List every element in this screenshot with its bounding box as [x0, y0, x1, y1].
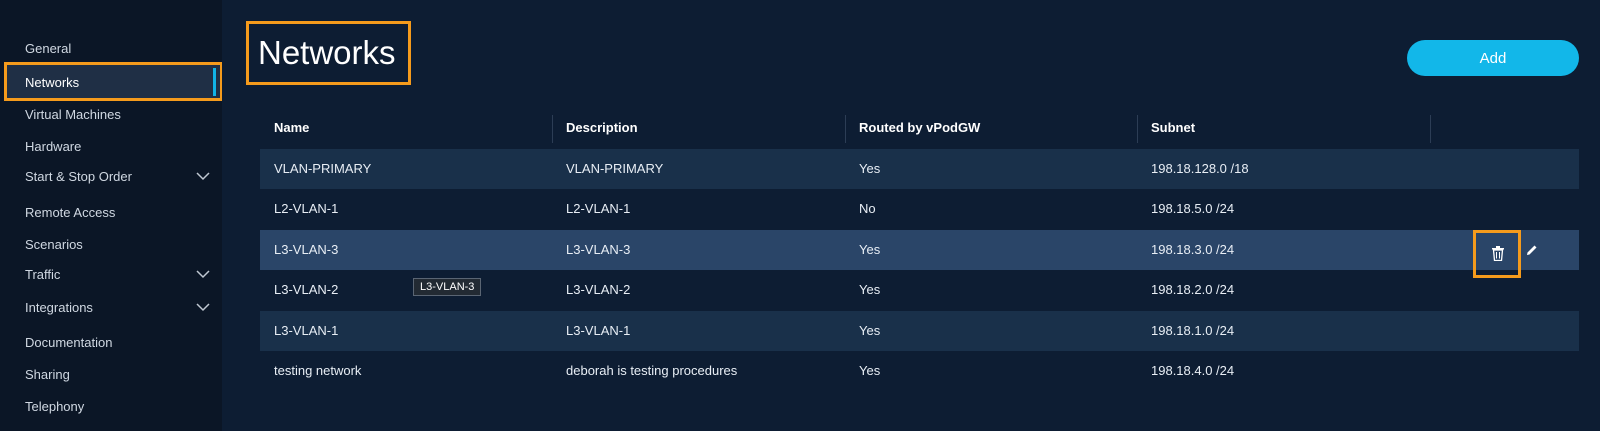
- sidebar-item-remote-access[interactable]: Remote Access: [25, 205, 115, 220]
- pencil-icon: [1527, 245, 1537, 255]
- delete-button[interactable]: [1473, 230, 1521, 278]
- sidebar-item-general[interactable]: General: [25, 41, 71, 56]
- column-header-routed[interactable]: Routed by vPodGW: [845, 113, 980, 143]
- chevron-down-icon[interactable]: [195, 266, 211, 282]
- sidebar-item-start-stop-order[interactable]: Start & Stop Order: [25, 169, 210, 184]
- cell-name: L3-VLAN-2: [274, 282, 339, 297]
- cell-description: L2-VLAN-1: [566, 201, 631, 216]
- sidebar-item-label: Integrations: [25, 300, 93, 315]
- sidebar-item-label: Start & Stop Order: [25, 169, 132, 184]
- sidebar-item-sharing[interactable]: Sharing: [25, 367, 70, 382]
- cell-routed: Yes: [859, 323, 881, 338]
- cell-description: L3-VLAN-2: [566, 282, 631, 297]
- cell-name: testing network: [274, 363, 362, 378]
- cell-description: VLAN-PRIMARY: [566, 161, 664, 176]
- cell-routed: No: [859, 201, 876, 216]
- cell-name: L2-VLAN-1: [274, 201, 339, 216]
- sidebar-item-virtual-machines[interactable]: Virtual Machines: [25, 107, 121, 122]
- page-title: Networks: [258, 34, 396, 71]
- cell-routed: Yes: [859, 242, 881, 257]
- cell-subnet: 198.18.5.0 /24: [1151, 201, 1235, 216]
- cell-description: L3-VLAN-1: [566, 323, 631, 338]
- sidebar-item-hardware[interactable]: Hardware: [25, 139, 81, 154]
- table-row-selected[interactable]: L3-VLAN-3 L3-VLAN-3 Yes 198.18.3.0 /24: [260, 230, 1579, 270]
- cell-subnet: 198.18.3.0 /24: [1151, 242, 1235, 257]
- sidebar-item-label: Networks: [25, 75, 80, 90]
- sidebar-item-telephony[interactable]: Telephony: [25, 399, 84, 414]
- sidebar-item-networks[interactable]: Networks: [4, 62, 223, 101]
- page-title-frame: Networks: [246, 21, 411, 85]
- cell-routed: Yes: [859, 161, 881, 176]
- chevron-down-icon[interactable]: [195, 299, 211, 315]
- cell-routed: Yes: [859, 282, 881, 297]
- tooltip: L3-VLAN-3: [413, 278, 482, 296]
- cell-description: L3-VLAN-3: [566, 242, 631, 257]
- column-header-name[interactable]: Name: [260, 113, 309, 143]
- table-row[interactable]: L3-VLAN-1 L3-VLAN-1 Yes 198.18.1.0 /24: [260, 311, 1579, 351]
- sidebar-item-traffic[interactable]: Traffic: [25, 267, 210, 282]
- cell-subnet: 198.18.2.0 /24: [1151, 282, 1235, 297]
- cell-subnet: 198.18.1.0 /24: [1151, 323, 1235, 338]
- table-row[interactable]: testing network deborah is testing proce…: [260, 351, 1579, 391]
- active-indicator: [213, 68, 216, 96]
- table-row[interactable]: L2-VLAN-1 L2-VLAN-1 No 198.18.5.0 /24: [260, 189, 1579, 229]
- column-header-description[interactable]: Description: [552, 113, 638, 143]
- add-button[interactable]: Add: [1407, 40, 1579, 76]
- table-header: Name Description Routed by vPodGW Subnet: [260, 113, 1580, 145]
- column-divider: [1430, 115, 1431, 143]
- cell-subnet: 198.18.4.0 /24: [1151, 363, 1235, 378]
- cell-name: VLAN-PRIMARY: [274, 161, 372, 176]
- cell-name: L3-VLAN-3: [274, 242, 339, 257]
- sidebar-item-documentation[interactable]: Documentation: [25, 335, 112, 350]
- sidebar-item-label: Traffic: [25, 267, 61, 282]
- sidebar: General Networks Virtual Machines Hardwa…: [0, 0, 223, 431]
- sidebar-item-integrations[interactable]: Integrations: [25, 300, 210, 315]
- sidebar-item-scenarios[interactable]: Scenarios: [25, 237, 83, 252]
- edit-button[interactable]: [1525, 243, 1539, 262]
- cell-routed: Yes: [859, 363, 881, 378]
- trash-icon: [1492, 246, 1504, 261]
- chevron-down-icon[interactable]: [195, 168, 211, 184]
- cell-description: deborah is testing procedures: [566, 363, 738, 378]
- table-row[interactable]: VLAN-PRIMARY VLAN-PRIMARY Yes 198.18.128…: [260, 149, 1579, 189]
- column-header-subnet[interactable]: Subnet: [1137, 113, 1195, 143]
- cell-name: L3-VLAN-1: [274, 323, 339, 338]
- cell-subnet: 198.18.128.0 /18: [1151, 161, 1249, 176]
